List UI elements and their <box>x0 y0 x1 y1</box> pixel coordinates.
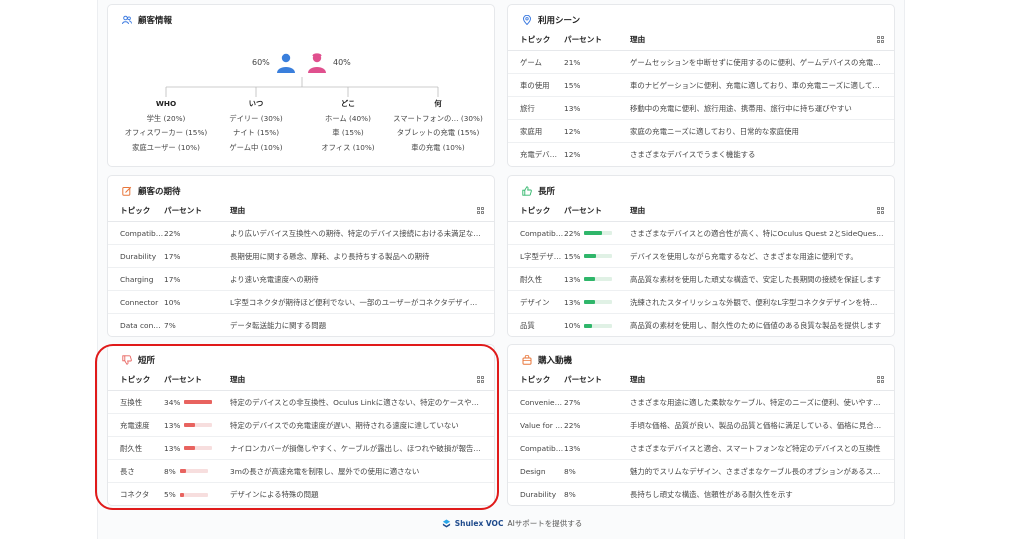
percent-bar <box>584 277 613 281</box>
table-row: デザイン 13% 洗練されたスタイリッシュな外観で、便利なL字型コネクタデザインを特… <box>508 291 894 314</box>
where-item: ホーム (40%) <box>325 113 371 123</box>
table-row: ゲーム 21% ゲームセッションを中断せずに使用するのに便利、ゲームデバイスの充電に… <box>508 51 894 74</box>
shopping-bag-icon <box>522 355 532 365</box>
table-row: Data connection7%データ転送能力に関する問題 <box>120 321 327 330</box>
thumbs-down-icon <box>122 355 132 365</box>
usage-scenes-card: 利用シーン トピック パーセント 理由 ゲーム 21% ゲームセッションを中断せずに使用… <box>507 4 895 167</box>
when-column: いつ デイリー (30%) ナイト (15%) ゲーム中 (10%) <box>211 97 301 155</box>
table-row: Charging 17% より速い充電速度への期待 <box>108 268 494 291</box>
percent-bar <box>184 423 213 427</box>
table-row: Compatibility22%さまざまなデバイスとの適合性が高く、特にOcul… <box>508 222 894 245</box>
who-column: WHO 学生 (20%) オフィスワーカー (15%) 家庭ユーザー (10%) <box>116 97 216 155</box>
percent-bar <box>584 231 613 235</box>
table-row: Durability 8% 長持ちし頑丈な構造、信頼性がある耐久性を示す <box>520 490 793 499</box>
table-header: トピック パーセント 理由 <box>508 200 894 222</box>
expand-grid-icon[interactable] <box>477 376 484 383</box>
when-item: ナイト (15%) <box>232 128 280 137</box>
expand-grid-icon[interactable] <box>877 207 884 214</box>
when-header: いつ <box>248 99 264 108</box>
table-row: 充電速度 13% 特定のデバイスでの充電速度が遅い、期待される速度に達していない <box>108 414 494 437</box>
table-row: 耐久性 13% ナイロンカバーが損傷しやすく、ケーブルが露出し、ほつれや破損が報告さ… <box>108 437 494 460</box>
footer-brand[interactable]: Shulex VOC <box>455 519 504 528</box>
weaknesses-title: 短所 <box>122 354 155 366</box>
table-row: Connector 10% L字型コネクタが期待ほど便利でない、一部のユーザーがコネ… <box>108 291 494 314</box>
edit-note-icon <box>122 186 132 196</box>
percent-bar <box>184 446 213 450</box>
where-item: オフィス (10%) <box>321 142 375 152</box>
when-item: ゲーム中 (10%) <box>229 142 283 152</box>
table-row: コネクタ 5% デザインによる特殊の問題 <box>120 490 319 499</box>
expand-grid-icon[interactable] <box>877 36 884 43</box>
table-row: 充電デバイス 12% さまざまなデバイスでうまく機能する <box>520 150 756 159</box>
footer-text: AIサポートを提供する <box>507 519 583 528</box>
expectations-title: 顧客の期待 <box>122 185 181 197</box>
who-item: 学生 (20%) <box>146 113 186 123</box>
table-header: トピック パーセント 理由 <box>508 369 894 391</box>
what-header: 何 <box>434 99 442 108</box>
customer-info-card: 顧客情報 60% 40% WHO 学生 (20%) オフィスワーカー (15%)… <box>107 4 495 167</box>
expectations-table: トピックパーセント理由 Compatibility22%より広いデバイス互換性へ… <box>108 200 494 336</box>
percent-bar <box>179 492 208 497</box>
table-row: 旅行 13% 移動中の充電に便利、旅行用途、携帯用、旅行中に持ち運びやすい <box>508 97 894 120</box>
expand-grid-icon[interactable] <box>477 207 484 214</box>
tree-connector <box>165 77 439 97</box>
who-item: オフィスワーカー (15%) <box>124 128 208 137</box>
table-row: Durability 17% 長期使用に関する懸念、摩耗、より長持ちする製品への期待 <box>108 245 494 268</box>
what-item: タブレットの充電 (15%) <box>396 128 480 137</box>
table-row: 耐久性 13% 高品質な素材を使用した頑丈な構造で、安定した長期間の接続を保証します <box>508 268 894 291</box>
when-item: デイリー (30%) <box>229 113 283 123</box>
purchase-motivation-title: 購入動機 <box>522 354 572 366</box>
who-header: WHO <box>155 99 177 108</box>
expand-grid-icon[interactable] <box>877 376 884 383</box>
what-column: 何 スマートフォンの… (30%) タブレットの充電 (15%) 車の充電 (1… <box>388 97 488 155</box>
table-row: 長さ 8% 3mの長さが高速充電を制限し、屋外での使用に適さない <box>108 460 494 483</box>
table-row: Compatibility22%より広いデバイス互換性への期待、特定のデバイス接… <box>108 222 494 245</box>
table-row: 品質 10% 高品質の素材を使用し、耐久性のために価値のある良質な製品を提供します <box>520 321 882 330</box>
table-row: 車の使用 15% 車のナビゲーションに便利、充電に適しており、車の充電ニーズに適して… <box>508 74 894 97</box>
shulex-logo-icon <box>442 519 450 528</box>
usage-scenes-table: トピック パーセント 理由 ゲーム 21% ゲームセッションを中断せずに使用するのに便利… <box>508 29 894 166</box>
weaknesses-card: 短所 トピック パーセント 理由 互換性 34% 特定のデバイスとの非互換性、Oculu… <box>107 344 495 506</box>
purchase-motivation-table: トピック パーセント 理由 Convenience 27% さまざまな用途に適した柔軟な… <box>508 369 894 505</box>
percent-bar <box>584 254 613 258</box>
thumbs-up-icon <box>522 186 532 196</box>
percent-bar <box>584 300 613 304</box>
percent-bar <box>179 469 208 473</box>
strengths-title: 長所 <box>522 185 555 197</box>
location-pin-icon <box>522 15 532 25</box>
weaknesses-table: トピック パーセント 理由 互換性 34% 特定のデバイスとの非互換性、Oculus L… <box>108 369 494 505</box>
table-header: トピック パーセント 理由 <box>108 200 494 222</box>
usage-scenes-title: 利用シーン <box>522 14 580 26</box>
table-header: トピック パーセント 理由 <box>108 369 494 391</box>
table-row: Convenience 27% さまざまな用途に適した柔軟なケーブル、特定のニーズに… <box>508 391 894 414</box>
expectations-card: 顧客の期待 トピックパーセント理由 Compatibility22%より広いデバ… <box>107 175 495 337</box>
where-column: どこ ホーム (40%) 車 (15%) オフィス (10%) <box>303 97 393 155</box>
who-item: 家庭ユーザー (10%) <box>132 142 200 152</box>
strengths-table: トピックパーセント理由 Compatibility22%さまざまなデバイスとの適… <box>508 200 894 336</box>
footer: Shulex VOC AIサポートを提供する <box>0 518 1024 529</box>
what-item: スマートフォンの… (30%) <box>393 113 483 123</box>
table-row: Value for money22%手頃な価格、品質が良い、製品の品質と価格に満… <box>508 414 894 437</box>
where-header: どこ <box>340 99 356 108</box>
percent-bar <box>584 323 613 328</box>
table-header: トピック パーセント 理由 <box>508 29 894 51</box>
where-item: 車 (15%) <box>332 128 364 137</box>
purchase-motivation-card: 購入動機 トピック パーセント 理由 Convenience 27% さまざまな用途に適… <box>507 344 895 506</box>
table-row: 家庭用 12% 家庭の充電ニーズに適しており、日常的な家庭使用 <box>508 120 894 143</box>
table-row: 互換性 34% 特定のデバイスとの非互換性、Oculus Linkに適さない、特定の… <box>108 391 494 414</box>
table-row: Design 8% 魅力的でスリムなデザイン、さまざまなケーブル長のオプションがある… <box>508 460 894 483</box>
table-row: Compatibility13%さまざまなデバイスと適合、スマートフォンなど特定… <box>508 437 894 460</box>
percent-bar <box>184 400 213 404</box>
strengths-card: 長所 トピックパーセント理由 Compatibility22%さまざまなデバイス… <box>507 175 895 337</box>
what-item: 車の充電 (10%) <box>411 142 465 152</box>
table-row: L字型デザイン 15% デバイスを使用しながら充電するなど、さまざまな用途に便利です… <box>508 245 894 268</box>
